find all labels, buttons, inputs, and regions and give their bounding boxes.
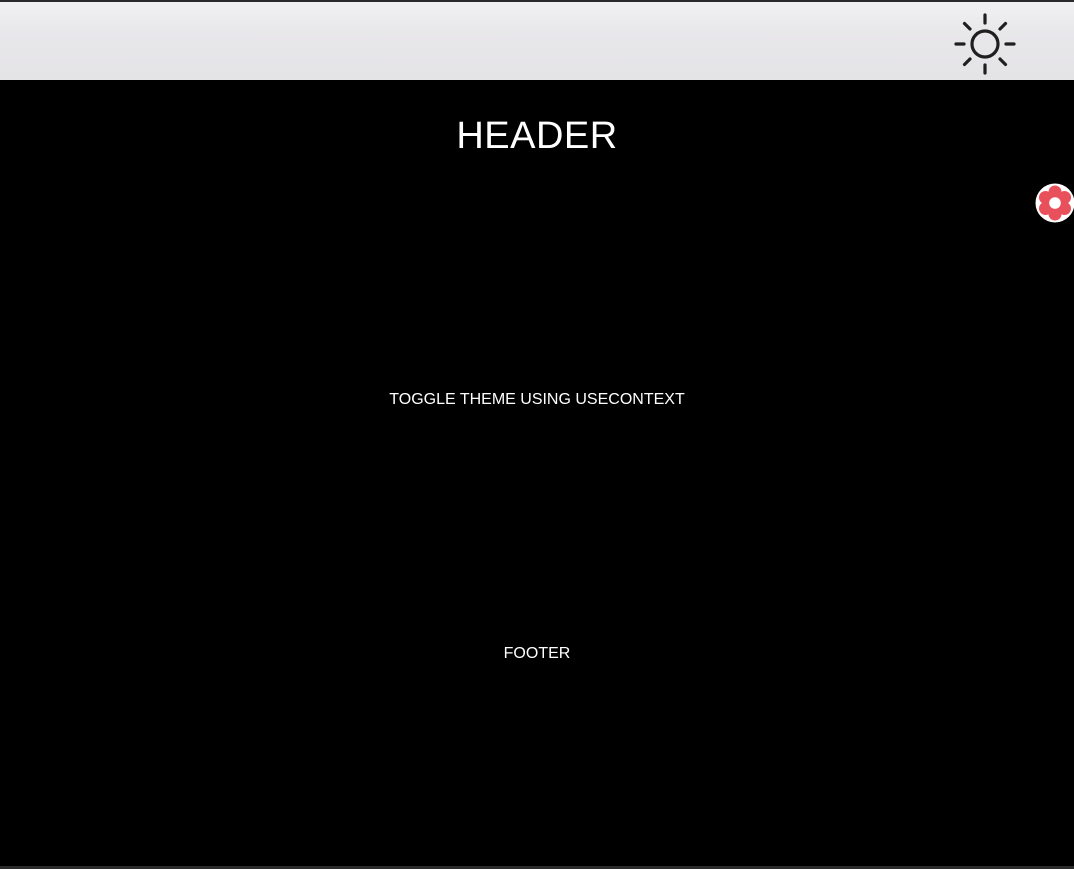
toggle-theme-text: TOGGLE THEME USING USECONTEXT <box>389 391 685 408</box>
footer-text: FOOTER <box>503 645 571 662</box>
flower-badge-icon <box>1035 183 1074 223</box>
navbar <box>0 2 1074 80</box>
sun-icon <box>954 13 1016 75</box>
theme-toggle-button[interactable] <box>952 11 1018 77</box>
main-content: HEADER TOGGLE THEME USING USECONTEXT FOO… <box>0 80 1074 866</box>
floating-widget-button[interactable] <box>1035 183 1074 223</box>
header-title: HEADER <box>456 115 618 157</box>
